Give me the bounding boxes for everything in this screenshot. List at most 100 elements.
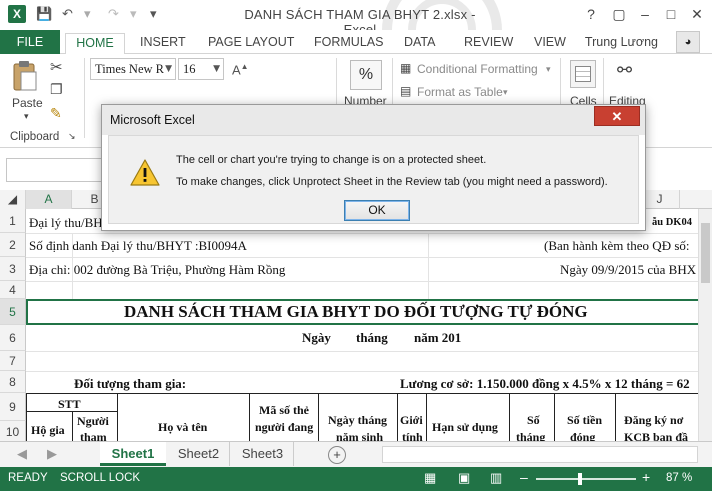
header-sotien-1: Số tiền <box>567 413 603 427</box>
increase-font-icon[interactable]: A▲ <box>232 62 249 77</box>
row-header-7[interactable]: 7 <box>0 351 26 371</box>
sheet-tab-bar: ◀ ▶ Sheet1 Sheet2 Sheet3 + <box>0 441 712 467</box>
zoom-in-button[interactable]: + <box>642 469 650 485</box>
header-stt: STT <box>58 397 81 411</box>
cell-a8: Đối tượng tham gia: <box>74 376 187 391</box>
header-hogia: Hộ gia <box>31 423 65 437</box>
page-layout-view-icon[interactable]: ▣ <box>458 470 470 486</box>
cut-icon[interactable]: ✂ <box>50 58 63 76</box>
horizontal-scrollbar[interactable] <box>382 446 698 463</box>
row-header-2[interactable]: 2 <box>0 233 26 257</box>
zoom-out-button[interactable]: – <box>520 469 528 485</box>
zoom-slider[interactable] <box>536 478 636 480</box>
header-divider <box>72 411 73 441</box>
row-header-6[interactable]: 6 <box>0 325 26 351</box>
column-header-j[interactable]: J <box>640 190 680 209</box>
header-nguoi: Người <box>77 414 109 428</box>
tab-data[interactable]: DATA <box>404 33 435 54</box>
zoom-slider-thumb[interactable] <box>578 473 582 485</box>
paste-dropdown-icon[interactable]: ▾ <box>24 112 29 122</box>
undo-icon[interactable]: ↶ <box>62 6 73 22</box>
header-sothang-1: Số <box>527 413 540 427</box>
number-format-icon[interactable]: % <box>350 60 382 90</box>
scrollbar-thumb[interactable] <box>701 223 710 283</box>
user-name[interactable]: Trung Lương <box>585 35 658 49</box>
status-bar: READY SCROLL LOCK ▦ ▣ ▥ – + 87 % <box>0 467 712 491</box>
select-all-corner[interactable]: ◢ <box>0 190 26 209</box>
header-ngaysinh-1: Ngày tháng <box>328 413 388 427</box>
chevron-down-icon: ▾ <box>503 87 508 97</box>
protected-sheet-dialog: Microsoft Excel ✕ The cell or chart you'… <box>101 104 646 231</box>
group-separator <box>84 58 85 138</box>
undo-dropdown-icon[interactable]: ▾ <box>84 6 91 22</box>
prev-sheet-icon[interactable]: ◀ <box>14 442 30 466</box>
dialog-close-button[interactable]: ✕ <box>594 106 640 126</box>
row-header-9[interactable]: 9 <box>0 393 26 421</box>
binoculars-icon[interactable]: ⚯ <box>617 60 632 81</box>
dialog-message-line2: To make changes, click Unprotect Sheet i… <box>176 176 608 188</box>
cell-a2: Số định danh Đại lý thu/BHYT :BI0094A <box>29 238 247 253</box>
cell-title: DANH SÁCH THAM GIA BHYT DO ĐỐI TƯỢNG TỰ … <box>124 302 588 321</box>
conditional-formatting-button[interactable]: Conditional Formatting <box>417 62 538 76</box>
font-size-value: 16 <box>183 62 196 76</box>
tab-formulas[interactable]: FORMULAS <box>314 33 383 54</box>
chevron-down-icon: ▾ <box>546 64 551 74</box>
minimize-icon[interactable]: – <box>632 4 658 24</box>
paste-icon[interactable] <box>12 60 38 92</box>
clipboard-group-label: Clipboard <box>10 131 60 143</box>
close-icon[interactable]: ✕ <box>684 4 710 24</box>
add-sheet-button[interactable]: + <box>328 446 346 464</box>
next-sheet-icon[interactable]: ▶ <box>44 442 60 466</box>
ok-button[interactable]: OK <box>344 200 410 221</box>
page-break-view-icon[interactable]: ▥ <box>490 470 502 486</box>
tab-insert[interactable]: INSERT <box>140 33 186 54</box>
font-name-combo[interactable]: Times New R ▼ <box>90 58 176 80</box>
maximize-icon[interactable]: □ <box>658 4 684 24</box>
font-name-value: Times New R <box>95 62 164 76</box>
tab-sheet2[interactable]: Sheet2 <box>168 442 230 466</box>
cell-j2: (Ban hành kèm theo QĐ số: <box>544 238 690 253</box>
row-header-4[interactable]: 4 <box>0 281 26 299</box>
help-icon[interactable]: ? <box>578 4 604 24</box>
normal-view-icon[interactable]: ▦ <box>424 470 436 486</box>
name-box[interactable] <box>6 158 102 182</box>
tab-file[interactable]: FILE <box>0 30 60 54</box>
row-header-10[interactable]: 10 <box>0 421 26 441</box>
save-icon[interactable]: 💾 <box>36 6 52 22</box>
row-header-8[interactable]: 8 <box>0 371 26 393</box>
tab-sheet3[interactable]: Sheet3 <box>232 442 294 466</box>
copy-icon[interactable]: ❐ <box>50 82 63 98</box>
tab-sheet1[interactable]: Sheet1 <box>100 442 166 466</box>
customize-qat-icon[interactable]: ▾ <box>150 6 157 22</box>
gridline <box>26 233 712 234</box>
font-size-combo[interactable]: 16 ▼ <box>178 58 224 80</box>
tab-view[interactable]: VIEW <box>534 33 566 54</box>
clipboard-launcher-icon[interactable]: ↘ <box>68 131 76 142</box>
row-header-3[interactable]: 3 <box>0 257 26 281</box>
cells-icon[interactable] <box>570 60 596 88</box>
column-header-a[interactable]: A <box>26 190 72 209</box>
format-as-table-icon[interactable]: ▤ <box>400 84 411 98</box>
format-as-table-button[interactable]: Format as Table <box>417 85 503 99</box>
paste-button[interactable]: Paste <box>12 96 43 110</box>
format-painter-icon[interactable]: ✎ <box>50 106 62 122</box>
gridline <box>26 281 712 282</box>
header-maso-2: người đang <box>255 420 314 434</box>
ribbon-display-icon[interactable]: ▢ <box>606 4 632 24</box>
row-header-1[interactable]: 1 <box>0 209 26 233</box>
redo-dropdown-icon[interactable]: ▾ <box>130 6 137 22</box>
vertical-scrollbar[interactable] <box>698 209 712 441</box>
tab-page-layout[interactable]: PAGE LAYOUT <box>208 33 294 54</box>
gridline <box>428 233 429 299</box>
tab-home[interactable]: HOME <box>65 33 125 55</box>
tab-review[interactable]: REVIEW <box>464 33 513 54</box>
row-header-5[interactable]: 5 <box>0 299 26 325</box>
avatar[interactable]: ◕ <box>676 31 700 53</box>
status-ready: READY <box>8 472 48 484</box>
header-dangky-2: KCB ban đầ <box>624 430 689 441</box>
redo-icon[interactable]: ↷ <box>108 6 119 22</box>
dialog-titlebar[interactable]: Microsoft Excel ✕ <box>102 105 645 135</box>
conditional-formatting-icon[interactable]: ▦ <box>400 61 411 75</box>
header-maso-1: Mã số thẻ <box>259 403 309 417</box>
zoom-level[interactable]: 87 % <box>666 472 692 484</box>
